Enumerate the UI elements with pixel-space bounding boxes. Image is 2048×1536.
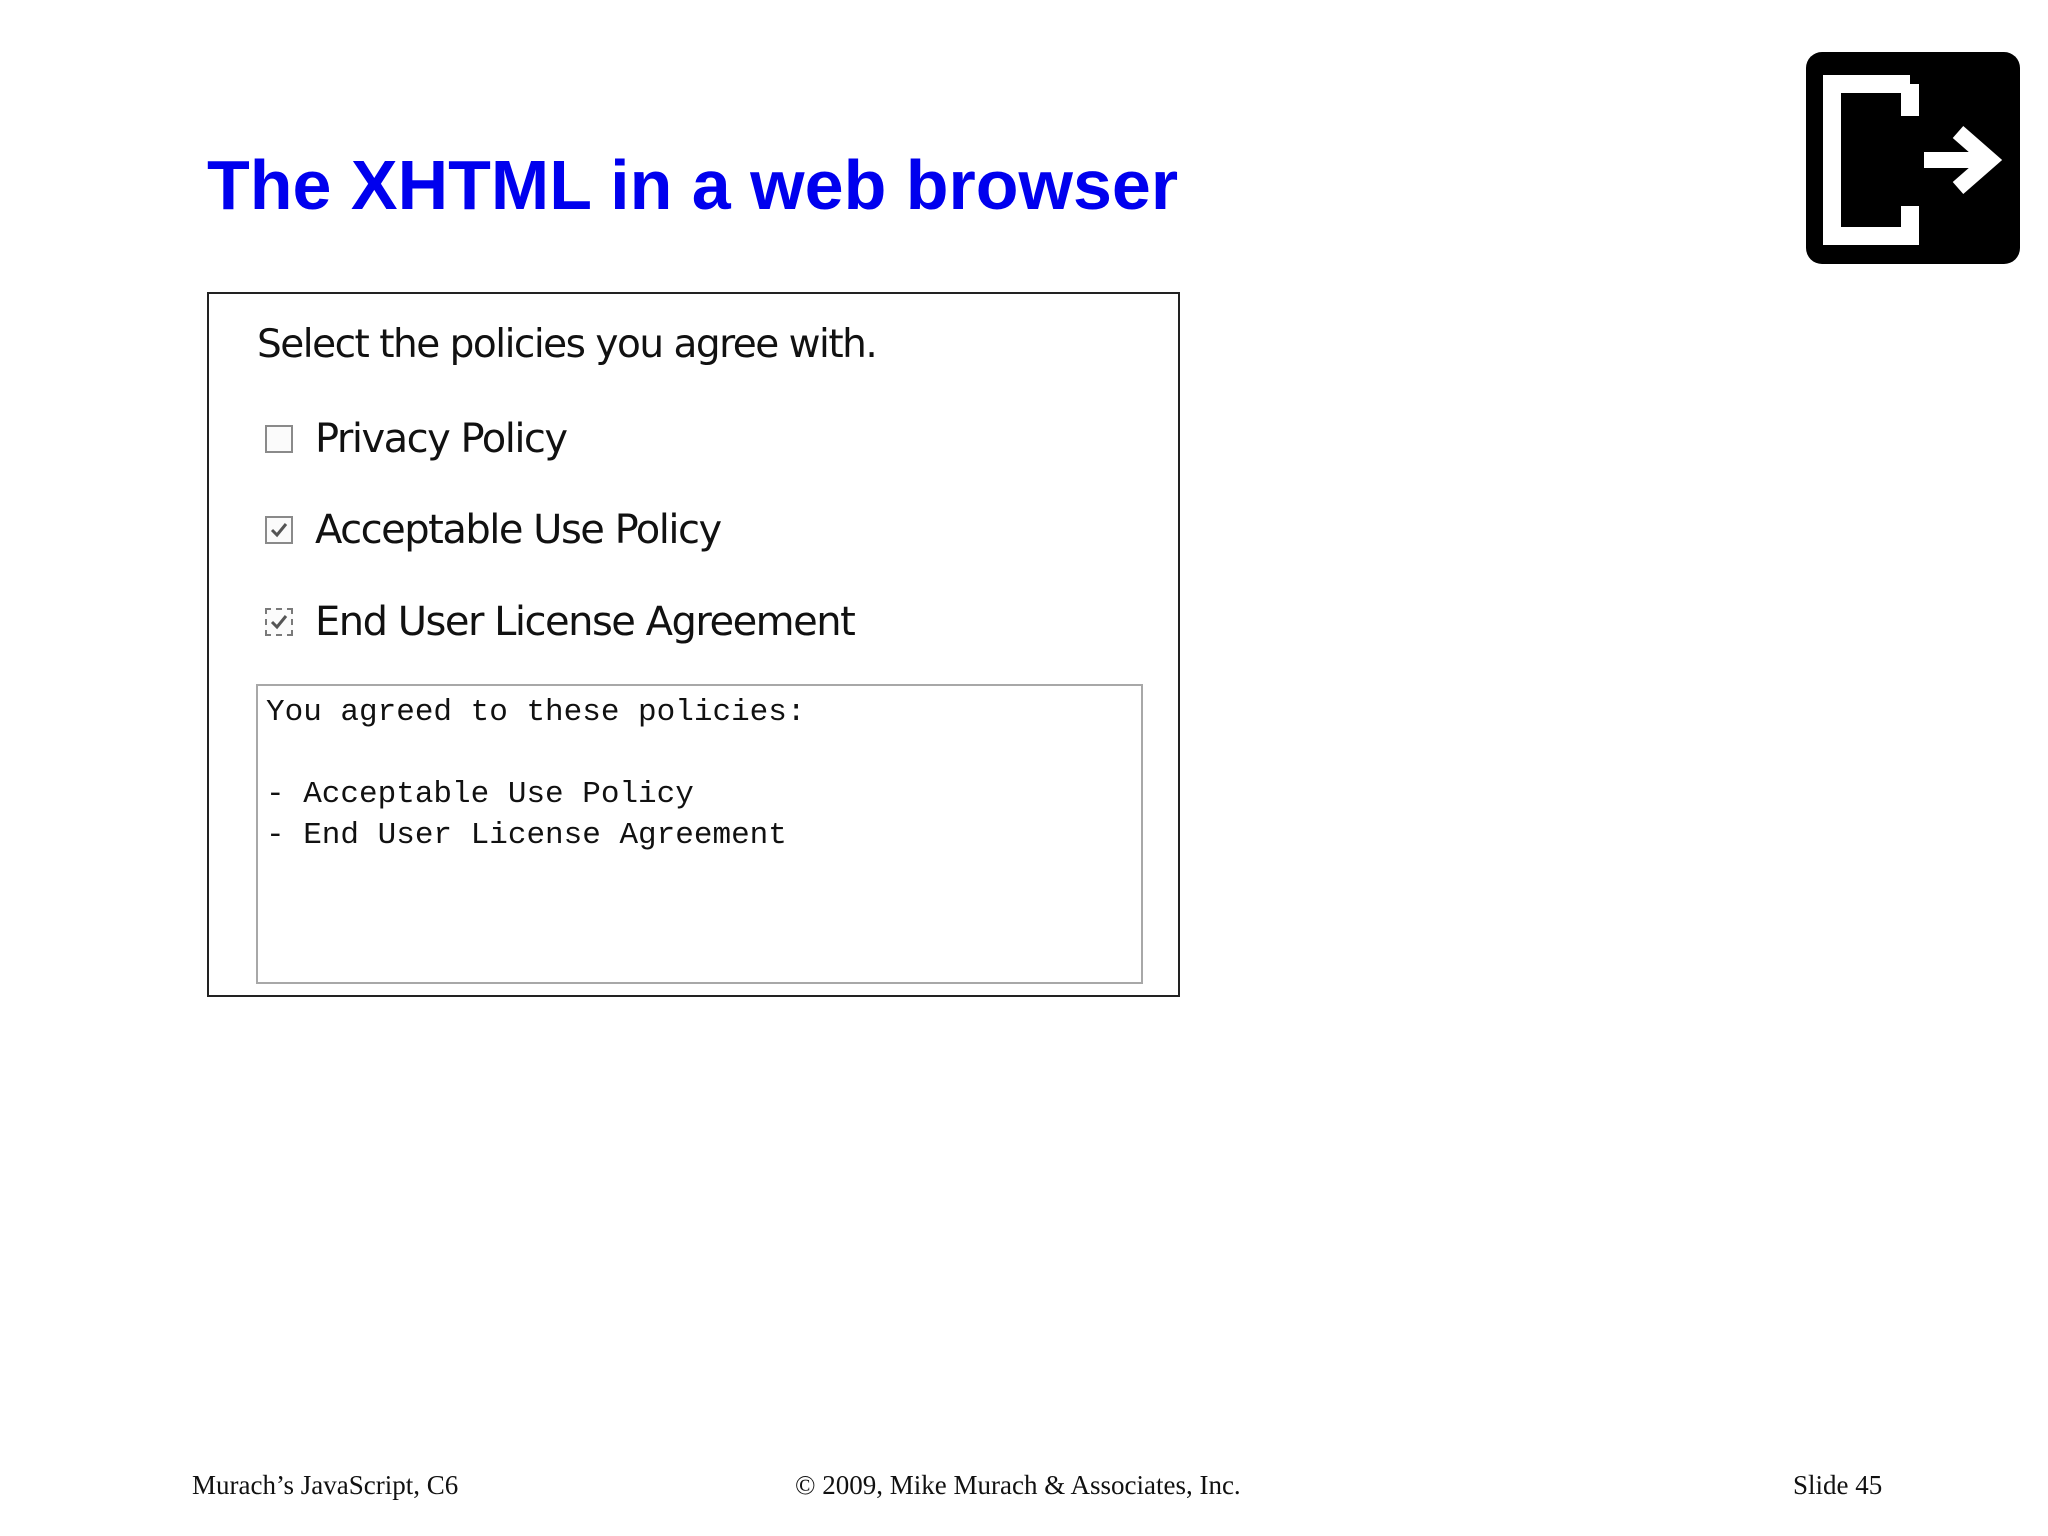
checkmark-icon xyxy=(270,523,288,538)
policy-label: Acceptable Use Policy xyxy=(315,507,722,553)
browser-screenshot: Select the policies you agree with. Priv… xyxy=(207,292,1180,997)
prompt-text: Select the policies you agree with. xyxy=(257,322,878,367)
policy-label: End User License Agreement xyxy=(315,599,856,645)
policy-acceptable-use-row[interactable]: Acceptable Use Policy xyxy=(265,505,722,555)
slide-title: The XHTML in a web browser xyxy=(207,146,1179,224)
exit-icon xyxy=(1823,75,2003,245)
footer-copyright: © 2009, Mike Murach & Associates, Inc. xyxy=(795,1470,1241,1500)
checkmark-icon xyxy=(270,615,288,630)
footer-book-title: Murach’s JavaScript, C6 xyxy=(192,1470,459,1500)
acceptable-use-policy-checkbox[interactable] xyxy=(265,516,293,544)
policy-label: Privacy Policy xyxy=(315,416,568,462)
privacy-policy-checkbox[interactable] xyxy=(265,425,293,453)
eula-checkbox[interactable] xyxy=(265,608,293,636)
policy-privacy-row[interactable]: Privacy Policy xyxy=(265,414,568,464)
exit-button[interactable] xyxy=(1806,52,2020,264)
policy-eula-row[interactable]: End User License Agreement xyxy=(265,597,856,647)
footer-slide-number: Slide 45 xyxy=(1793,1470,1883,1500)
result-textarea[interactable]: You agreed to these policies: - Acceptab… xyxy=(256,684,1143,984)
